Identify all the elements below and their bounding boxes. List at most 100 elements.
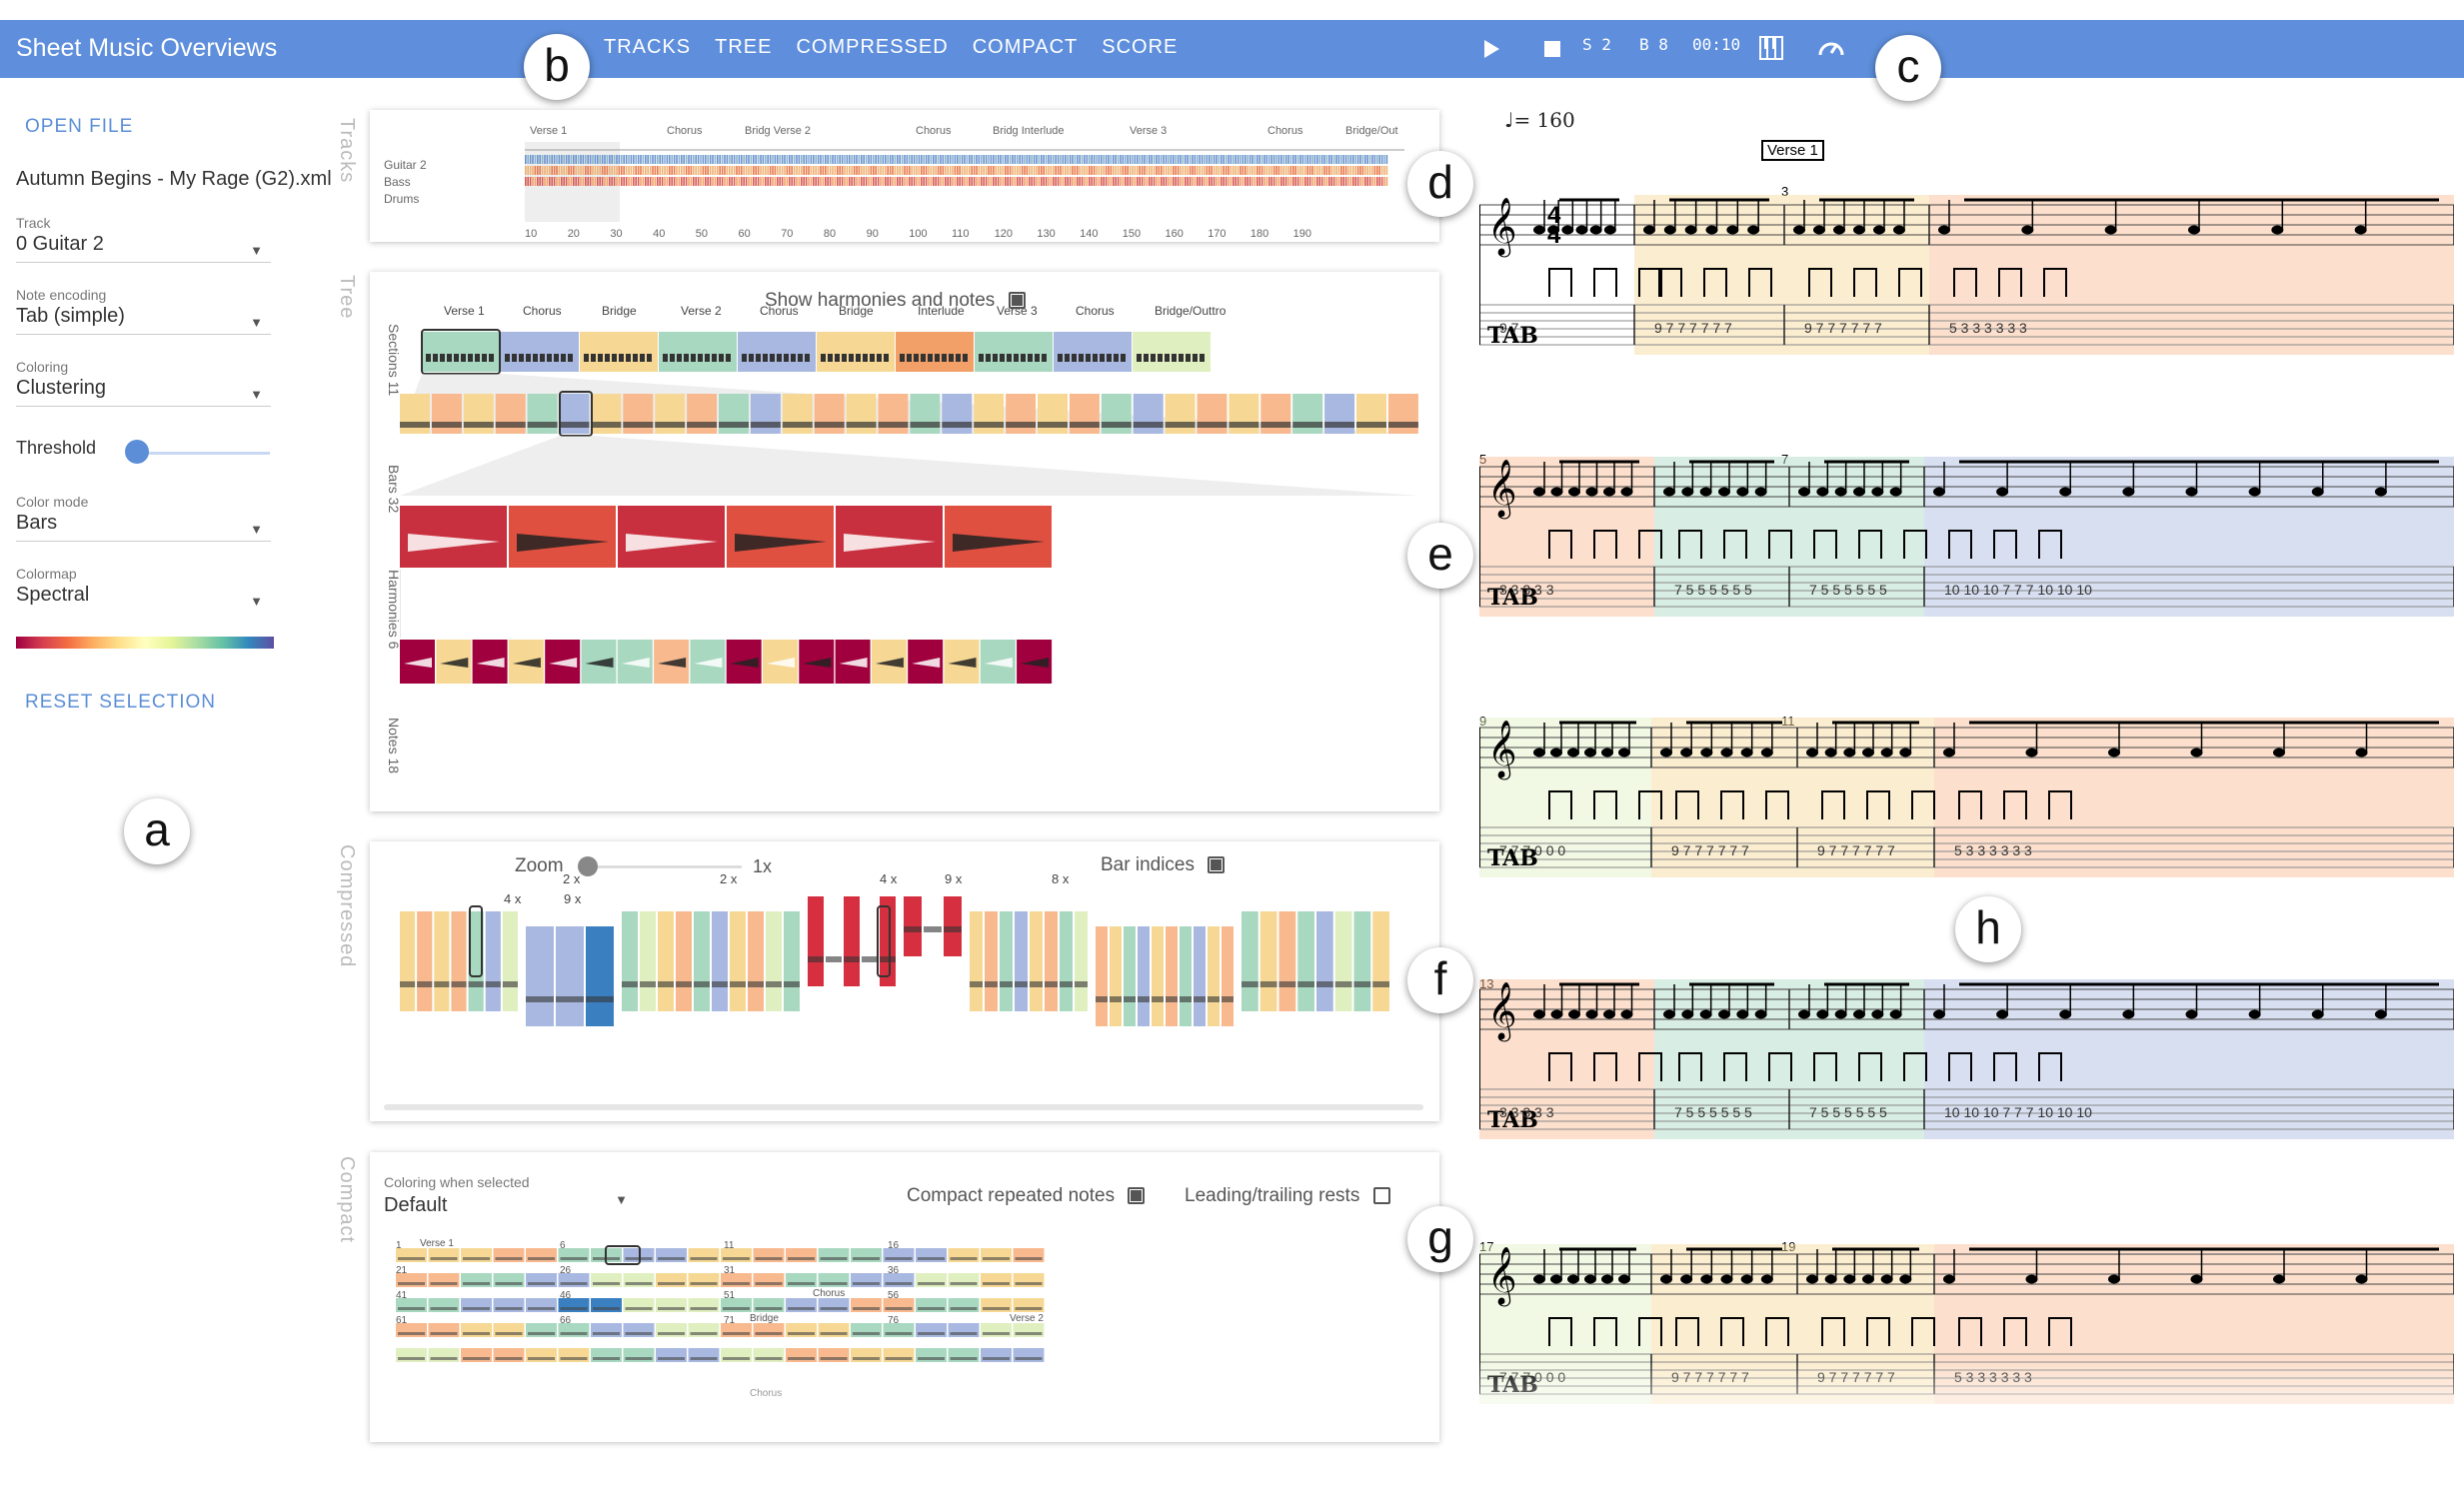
compressed-view[interactable] — [400, 886, 1429, 1116]
track-note-mark — [1260, 177, 1263, 186]
track-note-mark — [697, 166, 700, 175]
track-note-mark — [1228, 177, 1230, 186]
track-note-mark — [1105, 166, 1108, 175]
play-icon[interactable] — [1482, 39, 1500, 59]
track-note-mark — [757, 177, 760, 186]
colormap-select[interactable]: Colormap Spectral ▼ — [16, 566, 271, 613]
track-note-mark — [1256, 166, 1258, 175]
note-glyph — [626, 354, 631, 362]
track-note-mark — [1175, 177, 1177, 186]
note-glyph — [430, 1357, 458, 1360]
track-note-mark — [573, 166, 575, 175]
track-note-mark — [1165, 155, 1168, 164]
note-glyph — [956, 354, 961, 362]
note-encoding-select[interactable]: Note encoding Tab (simple) ▼ — [16, 287, 271, 335]
compressed-bar — [880, 896, 896, 986]
track-note-mark — [681, 155, 683, 164]
track-note-mark — [923, 166, 925, 175]
note-glyph — [853, 1257, 880, 1260]
tracks-instrument-labels: Guitar 2 Bass Drums — [384, 157, 427, 208]
tracks-overview[interactable] — [525, 142, 1404, 232]
track-select[interactable]: Track 0 Guitar 2 ▼ — [16, 215, 271, 263]
track-note-mark — [1077, 177, 1079, 186]
note-head — [1889, 487, 1902, 497]
track-note-mark — [546, 177, 549, 186]
track-note-mark — [877, 166, 880, 175]
track-note-mark — [1296, 177, 1299, 186]
track-value: 0 Guitar 2 — [16, 233, 104, 255]
nav-tracks[interactable]: TRACKS — [604, 36, 691, 59]
track-note-mark — [1180, 166, 1182, 175]
track-note-mark — [1074, 166, 1077, 175]
color-mode-select[interactable]: Color mode Bars ▼ — [16, 494, 271, 542]
leading-trailing-checkbox[interactable] — [1372, 1187, 1390, 1205]
note-head — [1806, 748, 1818, 757]
track-note-mark — [1170, 177, 1173, 186]
track-note-mark — [882, 166, 885, 175]
track-note-mark — [1029, 166, 1031, 175]
track-note-mark — [669, 155, 671, 164]
track-note-mark — [1036, 155, 1038, 164]
track-note-mark — [688, 166, 690, 175]
track-note-mark — [712, 166, 714, 175]
bar-indices-toggle[interactable]: Bar indices — [1101, 854, 1226, 876]
track-note-mark — [673, 155, 676, 164]
track-note-mark — [957, 166, 959, 175]
compact-repeated-checkbox[interactable] — [1128, 1187, 1146, 1205]
coloring-select[interactable]: Coloring Clustering ▼ — [16, 359, 271, 407]
show-harmonies-toggle[interactable]: Show harmonies and notes — [765, 290, 1026, 312]
reset-selection-button[interactable]: RESET SELECTION — [25, 692, 216, 714]
nav-tree[interactable]: TREE — [715, 36, 772, 59]
zoom-slider[interactable] — [582, 865, 742, 868]
note-glyph — [742, 354, 747, 362]
note-head — [2311, 487, 2324, 497]
compact-coloring-select[interactable]: Coloring when selected Default ▼ — [384, 1174, 634, 1217]
track-note-mark — [726, 155, 729, 164]
track-note-mark — [702, 177, 705, 186]
open-file-button[interactable]: OPEN FILE — [25, 116, 133, 138]
track-note-mark — [570, 155, 573, 164]
track-note-mark — [1308, 177, 1311, 186]
track-note-mark — [791, 166, 793, 175]
track-note-mark — [1280, 155, 1282, 164]
track-note-mark — [575, 177, 577, 186]
zoom-slider-handle[interactable] — [578, 856, 598, 876]
leading-trailing-toggle[interactable]: Leading/trailing rests — [1185, 1185, 1390, 1207]
track-note-mark — [813, 166, 815, 175]
speedometer-icon[interactable] — [1817, 35, 1845, 61]
track-note-mark — [1038, 166, 1041, 175]
threshold-slider-handle[interactable] — [125, 440, 149, 464]
track-note-mark — [1246, 177, 1248, 186]
piano-icon[interactable] — [1759, 36, 1783, 60]
track-note-mark — [726, 177, 729, 186]
track-note-mark — [563, 166, 565, 175]
track-note-mark — [851, 177, 853, 186]
chevron-down-icon: ▼ — [250, 522, 263, 537]
score-view[interactable]: ♩= 160 Verse 1 3 5 7 9 11 13 17 19 𝄞 TAB 9 79 7 7… — [1479, 100, 2454, 1449]
nav-compact[interactable]: COMPACT — [973, 36, 1079, 59]
note-head — [1853, 487, 1865, 497]
track-note-mark — [952, 155, 954, 164]
tree-view[interactable] — [400, 312, 1419, 811]
nav-compressed[interactable]: COMPRESSED — [796, 36, 948, 59]
track-note-mark — [1079, 155, 1081, 164]
note-glyph — [1079, 354, 1084, 362]
note-head — [2025, 748, 2038, 757]
note-glyph — [921, 354, 926, 362]
track-note-mark — [1041, 166, 1043, 175]
compressed-bar — [748, 911, 764, 1011]
compressed-scrollbar[interactable] — [384, 1104, 1423, 1110]
track-note-mark — [935, 177, 937, 186]
note-glyph — [633, 354, 638, 362]
track-note-mark — [1163, 155, 1165, 164]
note-head — [1754, 487, 1767, 497]
track-note-mark — [714, 155, 717, 164]
stop-icon[interactable] — [1544, 41, 1560, 57]
threshold-slider[interactable] — [132, 452, 270, 455]
compressed-bar — [1353, 911, 1371, 1011]
compact-repeated-toggle[interactable]: Compact repeated notes — [907, 1185, 1146, 1207]
compressed-bar — [1278, 911, 1296, 1011]
note-glyph — [907, 354, 912, 362]
nav-score[interactable]: SCORE — [1102, 36, 1178, 59]
bar-indices-checkbox[interactable] — [1208, 856, 1226, 874]
